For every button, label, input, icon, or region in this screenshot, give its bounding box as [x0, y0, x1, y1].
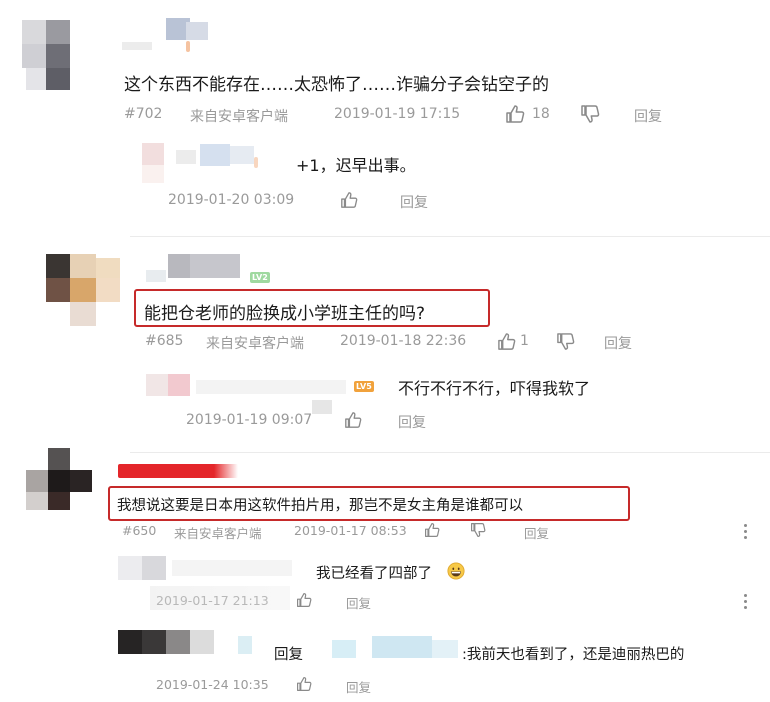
- floor-number: #685: [145, 333, 184, 349]
- reply-button[interactable]: 回复: [524, 523, 549, 542]
- username-redacted[interactable]: [118, 464, 238, 478]
- timestamp: 2019-01-17 21:13: [156, 593, 269, 608]
- level-badge: LV2: [250, 272, 270, 283]
- reply-button[interactable]: 回复: [346, 677, 371, 696]
- thumbs-up-icon[interactable]: [497, 332, 516, 351]
- comment-text: 我想说这要是日本用这软件拍片用，那岂不是女主角是谁都可以: [117, 498, 523, 514]
- source-label: 来自安卓客户端: [174, 526, 262, 541]
- thumbs-up-icon[interactable]: [505, 104, 525, 124]
- timestamp: 2019-01-17 08:53: [294, 523, 407, 538]
- thumbs-up-icon[interactable]: [344, 411, 362, 429]
- avatar[interactable]: [118, 630, 218, 658]
- timestamp: 2019-01-19 09:07: [186, 412, 313, 428]
- thumbs-up-icon[interactable]: [296, 592, 312, 608]
- more-options-icon[interactable]: [743, 524, 747, 542]
- comment-text: 能把仓老师的脸换成小学班主任的吗?: [144, 304, 426, 324]
- reply-button[interactable]: 回复: [398, 412, 426, 432]
- reply-button[interactable]: 回复: [346, 593, 371, 612]
- timestamp: 2019-01-20 03:09: [168, 192, 295, 208]
- reply-prefix: 回复: [274, 647, 303, 663]
- thumbs-up-icon[interactable]: [296, 676, 312, 692]
- comment-divider: [130, 236, 770, 237]
- avatar[interactable]: [46, 254, 122, 330]
- avatar[interactable]: [118, 556, 170, 584]
- more-options-icon[interactable]: [743, 594, 747, 612]
- comment-divider: [130, 452, 770, 453]
- reply-button[interactable]: 回复: [400, 192, 428, 212]
- username-blurred[interactable]: [122, 18, 222, 52]
- floor-number: #650: [122, 523, 157, 538]
- level-badge: LV5: [354, 381, 374, 392]
- reply-text: +1，迟早出事。: [296, 156, 416, 175]
- like-count: 18: [532, 106, 550, 122]
- avatar[interactable]: [22, 20, 72, 92]
- username-blurred[interactable]: [172, 556, 302, 582]
- timestamp: 2019-01-24 10:35: [156, 677, 269, 692]
- thumbs-down-icon[interactable]: [470, 522, 486, 538]
- reply-text: 不行不行不行，吓得我软了: [398, 379, 591, 398]
- level-badge: [186, 41, 190, 52]
- like-count: 1: [520, 333, 529, 349]
- thumbs-down-icon[interactable]: [556, 332, 575, 351]
- timestamp: 2019-01-18 22:36: [340, 333, 467, 349]
- reply-button[interactable]: 回复: [604, 333, 632, 353]
- username-blurred[interactable]: [236, 634, 266, 658]
- avatar[interactable]: [24, 448, 96, 512]
- thumbs-up-icon[interactable]: [340, 191, 358, 209]
- reply-button[interactable]: 回复: [634, 106, 662, 126]
- level-badge: [254, 157, 258, 168]
- username-blurred[interactable]: [146, 254, 256, 284]
- grinning-face-icon: [447, 562, 465, 580]
- timestamp: 2019-01-19 17:15: [334, 106, 461, 122]
- username-blurred[interactable]: [176, 144, 276, 172]
- thumbs-down-icon[interactable]: [580, 104, 600, 124]
- thumbs-up-icon[interactable]: [424, 522, 440, 538]
- username-blurred[interactable]: [196, 376, 356, 416]
- comment-text: 这个东西不能存在……太恐怖了……诈骗分子会钻空子的: [124, 75, 549, 95]
- avatar[interactable]: [146, 374, 194, 404]
- source-label: 来自安卓客户端: [206, 336, 304, 352]
- source-label: 来自安卓客户端: [190, 109, 288, 125]
- mentioned-user-blurred[interactable]: [332, 636, 462, 660]
- floor-number: #702: [124, 106, 163, 122]
- reply-text: 我已经看了四部了: [316, 566, 432, 582]
- reply-text: :我前天也看到了，还是迪丽热巴的: [462, 647, 685, 663]
